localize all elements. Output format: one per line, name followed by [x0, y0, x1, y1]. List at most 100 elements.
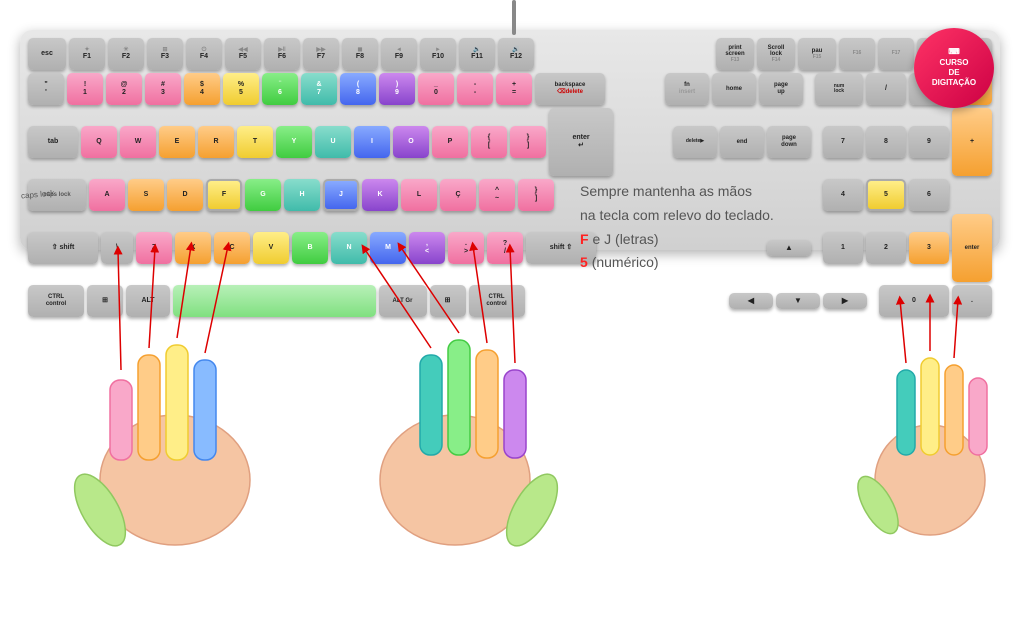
- key-w[interactable]: W: [120, 126, 156, 158]
- key-b[interactable]: B: [292, 232, 328, 264]
- key-num-1[interactable]: 1: [823, 232, 863, 264]
- key-g[interactable]: G: [245, 179, 281, 211]
- key-spacebar[interactable]: [173, 285, 376, 317]
- key-scroll-lock[interactable]: ScrolllockF14: [757, 38, 795, 70]
- key-backslash[interactable]: \: [101, 232, 133, 264]
- key-f7[interactable]: ▶▶F7: [303, 38, 339, 70]
- key-arrow-left[interactable]: ◀: [729, 293, 773, 309]
- key-e[interactable]: E: [159, 126, 195, 158]
- key-tab[interactable]: tab: [28, 126, 78, 158]
- key-num-decimal[interactable]: .: [952, 285, 992, 317]
- key-delete[interactable]: delete▶: [673, 126, 717, 158]
- key-arrow-down[interactable]: ▼: [776, 293, 820, 309]
- key-5[interactable]: %5: [223, 73, 259, 105]
- key-h[interactable]: H: [284, 179, 320, 211]
- key-f17[interactable]: F17: [878, 38, 914, 70]
- key-z[interactable]: Z: [136, 232, 172, 264]
- key-1[interactable]: !1: [67, 73, 103, 105]
- key-2[interactable]: @2: [106, 73, 142, 105]
- key-num-6[interactable]: 6: [909, 179, 949, 211]
- key-6[interactable]: ¨6: [262, 73, 298, 105]
- key-num-slash[interactable]: /: [866, 73, 906, 105]
- key-m[interactable]: M: [370, 232, 406, 264]
- key-alt-left[interactable]: ALT: [126, 285, 170, 317]
- key-pageup[interactable]: pageup: [759, 73, 803, 105]
- key-i[interactable]: I: [354, 126, 390, 158]
- key-numlock[interactable]: numlock: [815, 73, 863, 105]
- key-0[interactable]: _0: [418, 73, 454, 105]
- key-num-5[interactable]: 5: [866, 179, 906, 211]
- key-9[interactable]: )9: [379, 73, 415, 105]
- key-bracket-close[interactable]: }]: [510, 126, 546, 158]
- key-num-7[interactable]: 7: [823, 126, 863, 158]
- key-bracket-open[interactable]: {[: [471, 126, 507, 158]
- key-t[interactable]: T: [237, 126, 273, 158]
- key-num-8[interactable]: 8: [866, 126, 906, 158]
- key-f[interactable]: F: [206, 179, 242, 211]
- key-7[interactable]: &7: [301, 73, 337, 105]
- key-f2[interactable]: ☀F2: [108, 38, 144, 70]
- key-8[interactable]: (8: [340, 73, 376, 105]
- key-k[interactable]: K: [362, 179, 398, 211]
- key-f12[interactable]: 🔊F12: [498, 38, 534, 70]
- key-p[interactable]: P: [432, 126, 468, 158]
- key-f4[interactable]: ⏻F4: [186, 38, 222, 70]
- key-v[interactable]: V: [253, 232, 289, 264]
- key-win-left[interactable]: ⊞: [87, 285, 123, 317]
- key-num-plus[interactable]: +: [952, 108, 992, 176]
- key-f6[interactable]: ▶‖F6: [264, 38, 300, 70]
- key-f10[interactable]: ►F10: [420, 38, 456, 70]
- key-num-0[interactable]: 0: [879, 285, 949, 317]
- key-x[interactable]: X: [175, 232, 211, 264]
- key-enter[interactable]: enter↵: [549, 108, 613, 176]
- key-4[interactable]: $4: [184, 73, 220, 105]
- key-num-4[interactable]: 4: [823, 179, 863, 211]
- key-n[interactable]: N: [331, 232, 367, 264]
- key-pause[interactable]: pauF15: [798, 38, 836, 70]
- key-pagedown[interactable]: pagedown: [767, 126, 811, 158]
- key-curly-close[interactable]: }]: [518, 179, 554, 211]
- key-arrow-right[interactable]: ▶: [823, 293, 867, 309]
- key-num-2[interactable]: 2: [866, 232, 906, 264]
- key-ctrl-left[interactable]: CTRLcontrol: [28, 285, 84, 317]
- key-num-enter[interactable]: enter: [952, 214, 992, 282]
- key-num-9[interactable]: 9: [909, 126, 949, 158]
- key-win-right[interactable]: ⊞: [430, 285, 466, 317]
- key-f8[interactable]: ◼F8: [342, 38, 378, 70]
- key-f9[interactable]: ◄F9: [381, 38, 417, 70]
- key-f5[interactable]: ◀◀F5: [225, 38, 261, 70]
- key-y[interactable]: Y: [276, 126, 312, 158]
- key-q[interactable]: Q: [81, 126, 117, 158]
- key-slash[interactable]: ?/: [487, 232, 523, 264]
- key-r[interactable]: R: [198, 126, 234, 158]
- key-plus[interactable]: +=: [496, 73, 532, 105]
- key-f1[interactable]: ✦F1: [69, 38, 105, 70]
- key-f16[interactable]: F16: [839, 38, 875, 70]
- key-esc[interactable]: esc: [28, 38, 66, 70]
- key-c[interactable]: C: [214, 232, 250, 264]
- key-tilde-key[interactable]: ^~: [479, 179, 515, 211]
- key-alt-gr[interactable]: ALT Gr: [379, 285, 427, 317]
- key-3[interactable]: #3: [145, 73, 181, 105]
- key-shift-left[interactable]: ⇧ shift: [28, 232, 98, 264]
- key-u[interactable]: U: [315, 126, 351, 158]
- key-tilde[interactable]: "': [28, 73, 64, 105]
- key-ctrl-right[interactable]: CTRLcontrol: [469, 285, 525, 317]
- key-a[interactable]: A: [89, 179, 125, 211]
- key-minus[interactable]: --: [457, 73, 493, 105]
- key-home[interactable]: home: [712, 73, 756, 105]
- key-comma[interactable]: ,<: [409, 232, 445, 264]
- key-num-3[interactable]: 3: [909, 232, 949, 264]
- key-f3[interactable]: ⊞F3: [147, 38, 183, 70]
- key-period[interactable]: .>: [448, 232, 484, 264]
- key-print-screen[interactable]: printscreenF13: [716, 38, 754, 70]
- key-fn[interactable]: fninsert: [665, 73, 709, 105]
- key-f11[interactable]: 🔉F11: [459, 38, 495, 70]
- key-s[interactable]: S: [128, 179, 164, 211]
- key-backspace[interactable]: backspace⌫delete: [535, 73, 605, 105]
- key-end[interactable]: end: [720, 126, 764, 158]
- key-l[interactable]: L: [401, 179, 437, 211]
- key-o[interactable]: O: [393, 126, 429, 158]
- key-cedilla[interactable]: Ç: [440, 179, 476, 211]
- key-d[interactable]: D: [167, 179, 203, 211]
